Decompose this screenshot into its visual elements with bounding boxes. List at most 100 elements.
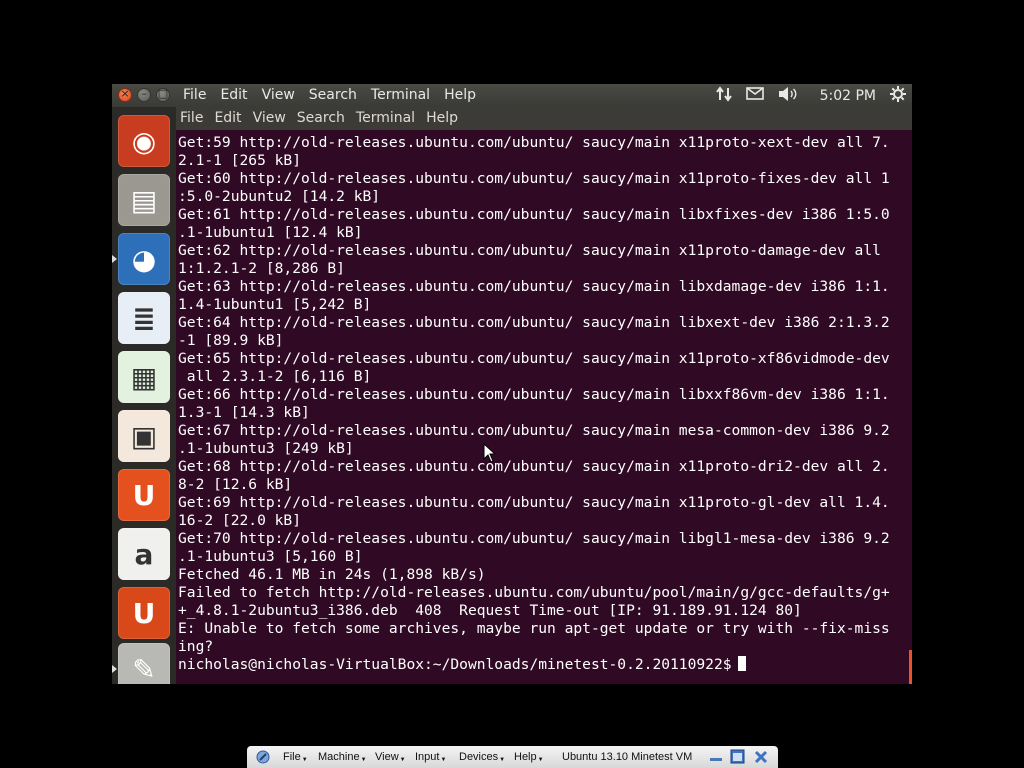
terminal-line: Fetched 46.1 MB in 24s (1,898 kB/s) — [178, 566, 486, 583]
top-panel: × – □ File Edit View Search Terminal Hel… — [112, 84, 912, 107]
mouse-pointer-icon — [483, 442, 497, 467]
vbox-menu-file-label: File — [283, 751, 301, 763]
restore-icon[interactable] — [730, 749, 745, 767]
vbox-menu-machine-label: Machine — [318, 751, 360, 763]
running-app-indicator — [112, 665, 117, 673]
running-app-indicator — [112, 255, 117, 263]
virtualbox-pin-icon[interactable] — [255, 749, 271, 768]
window-close-button[interactable]: × — [118, 87, 132, 102]
files-cabinet-glyph: ▤ — [130, 183, 158, 217]
terminal-line: Get:65 http://old-releases.ubuntu.com/ub… — [178, 350, 890, 367]
terminal-line: +_4.8.1-2ubuntu3_i386.deb 408 Request Ti… — [178, 602, 802, 619]
minimize-icon: – — [141, 87, 147, 100]
terminal-line: Get:63 http://old-releases.ubuntu.com/ub… — [178, 278, 890, 295]
terminal-line: Get:62 http://old-releases.ubuntu.com/ub… — [178, 242, 881, 259]
terminal-output[interactable]: Get:59 http://old-releases.ubuntu.com/ub… — [176, 130, 912, 684]
global-menu-edit[interactable]: Edit — [219, 87, 254, 103]
libreoffice-calc-glyph: ▦ — [130, 360, 158, 394]
global-menu-view[interactable]: View — [261, 87, 302, 103]
terminal-menu-view[interactable]: View — [253, 110, 286, 126]
terminal-line: 1.3-1 [14.3 kB] — [178, 404, 310, 421]
network-updown-icon[interactable] — [715, 85, 732, 106]
vbox-menu-help-label: Help — [514, 751, 537, 763]
clock[interactable]: 5:02 PM — [820, 88, 876, 104]
terminal-menu-file[interactable]: File — [180, 110, 203, 126]
envelope-icon[interactable] — [745, 87, 764, 104]
terminal-menu-search[interactable]: Search — [297, 110, 345, 126]
terminal-line: ing? — [178, 638, 214, 655]
terminal-menu-help[interactable]: Help — [426, 110, 458, 126]
terminal-line: 16-2 [22.0 kB] — [178, 512, 302, 529]
terminal-line: 2.1-1 [265 kB] — [178, 152, 302, 169]
terminal-line: Get:60 http://old-releases.ubuntu.com/ub… — [178, 170, 890, 187]
vbox-menu-help[interactable]: Help▼ — [514, 751, 544, 763]
text-cursor — [738, 656, 747, 671]
virtualbox-menubar: File▼ Machine▼ View▼ Input▼ Devices▼ Hel… — [247, 746, 778, 768]
firefox-glyph: ◕ — [131, 242, 157, 276]
system-settings-glyph: ✎ — [132, 652, 156, 685]
window-maximize-button[interactable]: □ — [156, 87, 170, 102]
terminal-menu-terminal[interactable]: Terminal — [356, 110, 415, 126]
ubuntu-software-center-glyph: U — [132, 478, 156, 512]
terminal-line: 8-2 [12.6 kB] — [178, 476, 293, 493]
amazon-icon[interactable]: a — [118, 528, 170, 580]
indicator-area: 5:02 PM — [702, 85, 906, 106]
vbox-menu-view[interactable]: View▼ — [375, 751, 406, 763]
global-menu-file[interactable]: File — [182, 87, 213, 103]
terminal-line: Get:64 http://old-releases.ubuntu.com/ub… — [178, 314, 890, 331]
vbox-menu-file[interactable]: File▼ — [283, 751, 308, 763]
files-cabinet-icon[interactable]: ▤ — [118, 174, 170, 226]
system-settings-icon[interactable]: ✎ — [118, 643, 170, 684]
vbox-vm-title: Ubuntu 13.10 Minetest VM — [562, 751, 693, 763]
libreoffice-writer-icon[interactable]: ≣ — [118, 292, 170, 344]
terminal-line: Failed to fetch http://old-releases.ubun… — [178, 584, 890, 601]
terminal-lines: Get:59 http://old-releases.ubuntu.com/ub… — [178, 134, 890, 674]
vbox-menu-input[interactable]: Input▼ — [415, 751, 446, 763]
vbox-menu-input-label: Input — [415, 751, 440, 763]
terminal-line: all 2.3.1-2 [6,116 B] — [186, 368, 372, 385]
terminal-menu-edit[interactable]: Edit — [214, 110, 241, 126]
libreoffice-impress-icon[interactable]: ▣ — [118, 410, 170, 462]
maximize-icon: □ — [157, 87, 169, 100]
ubuntu-dash-glyph: ◉ — [131, 124, 157, 158]
terminal-line: Get:68 http://old-releases.ubuntu.com/ub… — [178, 458, 890, 475]
libreoffice-calc-icon[interactable]: ▦ — [118, 351, 170, 403]
ubuntu-software-center-icon[interactable]: U — [118, 469, 170, 521]
global-menu-terminal[interactable]: Terminal — [370, 87, 437, 103]
terminal-line: Get:67 http://old-releases.ubuntu.com/ub… — [178, 422, 890, 439]
terminal-line: .1-1ubuntu3 [249 kB] — [178, 440, 354, 457]
terminal-line: :5.0-2ubuntu2 [14.2 kB] — [178, 188, 381, 205]
terminal-line: Get:69 http://old-releases.ubuntu.com/ub… — [178, 494, 890, 511]
global-menu-help[interactable]: Help — [443, 87, 483, 103]
window-minimize-button[interactable]: – — [137, 87, 151, 102]
vbox-menu-devices[interactable]: Devices▼ — [459, 751, 505, 763]
close-icon[interactable] — [753, 749, 769, 768]
firefox-icon[interactable]: ◕ — [118, 233, 170, 285]
vm-screen: × – □ File Edit View Search Terminal Hel… — [112, 84, 912, 684]
vbox-menu-view-label: View — [375, 751, 399, 763]
terminal-menubar: File Edit View Search Terminal Help — [176, 107, 912, 130]
unity-launcher: ◉ ▤ ◕ ≣ ▦ ▣ Ua U ✎ — [112, 107, 177, 684]
ubuntu-one-glyph: U — [132, 596, 156, 630]
vbox-menu-machine[interactable]: Machine▼ — [318, 751, 367, 763]
terminal-line: 1:1.2.1-2 [8,286 B] — [178, 260, 345, 277]
global-menu: File Edit View Search Terminal Help — [182, 87, 489, 103]
ubuntu-one-icon[interactable]: U — [118, 587, 170, 639]
terminal-line: .1-1ubuntu1 [12.4 kB] — [178, 224, 363, 241]
ubuntu-dash-icon[interactable]: ◉ — [118, 115, 170, 167]
terminal-line: E: Unable to fetch some archives, maybe … — [178, 620, 890, 637]
gear-icon[interactable] — [890, 85, 906, 106]
speaker-icon[interactable] — [778, 86, 798, 106]
minimize-icon[interactable] — [709, 752, 723, 765]
libreoffice-writer-glyph: ≣ — [132, 301, 156, 335]
terminal-line: Get:59 http://old-releases.ubuntu.com/ub… — [178, 134, 890, 151]
terminal-line: 1.4-1ubuntu1 [5,242 B] — [178, 296, 372, 313]
vbox-menu-devices-label: Devices — [459, 751, 499, 763]
shell-prompt: nicholas@nicholas-VirtualBox:~/Downloads… — [178, 656, 741, 673]
terminal-line: Get:66 http://old-releases.ubuntu.com/ub… — [178, 386, 890, 403]
scrollbar-marker[interactable] — [909, 650, 912, 684]
global-menu-search[interactable]: Search — [308, 87, 364, 103]
close-icon: × — [120, 87, 130, 100]
terminal-line: -1 [89.9 kB] — [178, 332, 284, 349]
terminal-line: Get:70 http://old-releases.ubuntu.com/ub… — [178, 530, 890, 547]
